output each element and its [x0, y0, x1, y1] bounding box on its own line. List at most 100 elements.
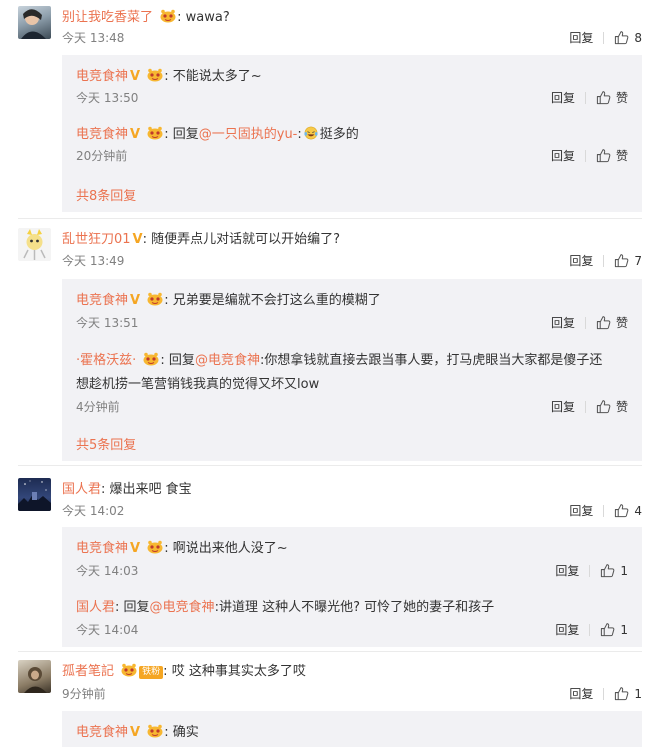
sub-reply-body: 确实 [172, 725, 199, 740]
username-link[interactable]: 孤者笔記 [62, 664, 114, 679]
timestamp: 9分钟前 [62, 687, 106, 701]
timestamp: 20分钟前 [76, 149, 128, 163]
sub-reply-actions: 回复 赞 [551, 89, 628, 106]
username-link[interactable]: 别让我吃香菜了 [62, 10, 153, 25]
reply-prefix: 回复 [123, 600, 150, 615]
comment-body: 爆出来吧 食宝 [109, 482, 192, 497]
like-count: 1 [620, 563, 628, 578]
like-button[interactable]: 8 [614, 30, 642, 45]
like-button[interactable]: 4 [614, 503, 642, 518]
username-link[interactable]: 电竞食神 [76, 69, 128, 84]
sub-reply-panel: 电竞食神 V : 兄弟要是编就不会打这么重的模糊了 今天 13:51 回复 赞 ·… [62, 279, 642, 461]
username-link[interactable]: 国人君 [62, 482, 101, 497]
reply-button[interactable]: 回复 [551, 147, 575, 164]
like-button[interactable]: 赞 [596, 89, 628, 106]
timestamp: 今天 13:48 [62, 31, 125, 45]
divider [584, 400, 586, 413]
like-count: 8 [634, 30, 642, 45]
sub-reply-text: 电竞食神 V : 不能说太多了~ [76, 69, 262, 84]
like-label: 赞 [615, 91, 628, 105]
comment-body: 随便弄点儿对话就可以开始编了? [151, 232, 341, 247]
like-count: 1 [634, 686, 642, 701]
comment-divider [18, 465, 642, 466]
mention-link[interactable]: @电竞食神 [195, 353, 260, 368]
username-link[interactable]: 电竞食神 [76, 127, 128, 142]
sub-reply-panel: 电竞食神 V : 确实 [62, 711, 642, 747]
reply-button[interactable]: 回复 [551, 314, 575, 331]
thumbs-up-icon [600, 622, 615, 637]
verified-icon: V [132, 232, 143, 247]
laughing-emoji-icon [302, 126, 320, 140]
like-button[interactable]: 赞 [596, 147, 628, 164]
thumbs-up-icon [614, 503, 629, 518]
reply-button[interactable]: 回复 [569, 502, 593, 519]
thumbs-up-icon [596, 148, 611, 163]
timestamp: 4分钟前 [76, 400, 120, 414]
sub-reply-actions: 回复 1 [555, 621, 628, 638]
thumbs-up-icon [614, 686, 629, 701]
thumbs-up-icon [596, 90, 611, 105]
sub-reply-panel: 电竞食神 V : 啊说出来他人没了~ 今天 14:03 回复 1 国人君: 回复@… [62, 527, 642, 647]
mention-link[interactable]: @电竞食神 [150, 600, 215, 615]
reply-button[interactable]: 回复 [569, 252, 593, 269]
comment-item: 国人君: 爆出来吧 食宝 今天 14:02 回复 4 电竞食神 V : 啊说出来他… [0, 474, 662, 650]
username-link[interactable]: 电竞食神 [76, 725, 128, 740]
timestamp: 今天 13:51 [76, 316, 139, 330]
thumbs-up-icon [614, 30, 629, 45]
avatar[interactable] [18, 6, 51, 39]
comment-item: 乱世狂刀01 V: 随便弄点儿对话就可以开始编了? 今天 13:49 回复 7 电… [0, 226, 662, 462]
reply-button[interactable]: 回复 [569, 685, 593, 702]
timestamp: 今天 14:04 [76, 623, 139, 637]
divider [584, 316, 586, 329]
like-button[interactable]: 1 [600, 563, 628, 578]
avatar[interactable] [18, 228, 51, 261]
like-button[interactable]: 赞 [596, 314, 628, 331]
timestamp: 今天 14:03 [76, 564, 139, 578]
username-link[interactable]: ·霍格沃兹· [76, 353, 136, 368]
comment-divider [18, 218, 642, 219]
sub-reply-body: 兄弟要是编就不会打这么重的模糊了 [172, 293, 381, 308]
reply-button[interactable]: 回复 [551, 89, 575, 106]
like-button[interactable]: 赞 [596, 398, 628, 415]
reply-button[interactable]: 回复 [555, 562, 579, 579]
avatar[interactable] [18, 660, 51, 693]
comment-text: 乱世狂刀01 V: 随便弄点儿对话就可以开始编了? [62, 232, 341, 247]
like-button[interactable]: 7 [614, 253, 642, 268]
sub-reply-body: 挺多的 [319, 127, 359, 142]
reply-button[interactable]: 回复 [569, 29, 593, 46]
username-link[interactable]: 电竞食神 [76, 541, 128, 556]
fan-badge-icon [146, 540, 164, 554]
sub-reply-body: 不能说太多了~ [172, 69, 262, 84]
reply-prefix: 回复 [168, 353, 195, 368]
sub-reply-text: 国人君: 回复@电竞食神:讲道理 这种人不曝光他? 可怜了她的妻子和孩子 [76, 600, 495, 615]
username-link[interactable]: 乱世狂刀01 [62, 232, 131, 247]
like-count: 7 [634, 253, 642, 268]
mention-link[interactable]: @一只固执的yu- [199, 127, 298, 142]
divider [589, 623, 591, 636]
reply-button[interactable]: 回复 [555, 621, 579, 638]
more-replies-link[interactable]: 共8条回复 [76, 185, 136, 204]
avatar[interactable] [18, 478, 51, 511]
comment-body: 哎 这种事其实太多了哎 [171, 664, 306, 679]
username-link[interactable]: 国人君 [76, 600, 115, 615]
like-button[interactable]: 1 [614, 686, 642, 701]
sub-reply-text: 电竞食神 V : 确实 [76, 725, 199, 740]
sub-reply: 电竞食神 V : 回复@一只固执的yu-: 挺多的 20分钟前 回复 赞 [76, 123, 628, 175]
like-button[interactable]: 1 [600, 622, 628, 637]
comment-actions: 回复 8 [569, 29, 642, 46]
reply-button[interactable]: 回复 [551, 398, 575, 415]
more-replies-link[interactable]: 共5条回复 [76, 434, 136, 453]
username-link[interactable]: 电竞食神 [76, 293, 128, 308]
timestamp: 今天 14:02 [62, 504, 125, 518]
comment-divider [18, 651, 642, 652]
divider [603, 254, 605, 267]
fan-badge-icon [146, 292, 164, 306]
comment-text: 孤者笔記 铁粉: 哎 这种事其实太多了哎 [62, 664, 306, 679]
divider [589, 564, 591, 577]
thumbs-up-icon [596, 399, 611, 414]
sub-reply-actions: 回复 赞 [551, 398, 628, 415]
sub-reply-text: 电竞食神 V : 回复@一只固执的yu-: 挺多的 [76, 126, 359, 142]
sub-reply-text: ·霍格沃兹· : 回复@电竞食神:你想拿钱就直接去跟当事人要，打马虎眼当大家都是… [76, 353, 603, 368]
fan-badge-icon [159, 9, 177, 23]
verified-icon: V [130, 541, 141, 556]
